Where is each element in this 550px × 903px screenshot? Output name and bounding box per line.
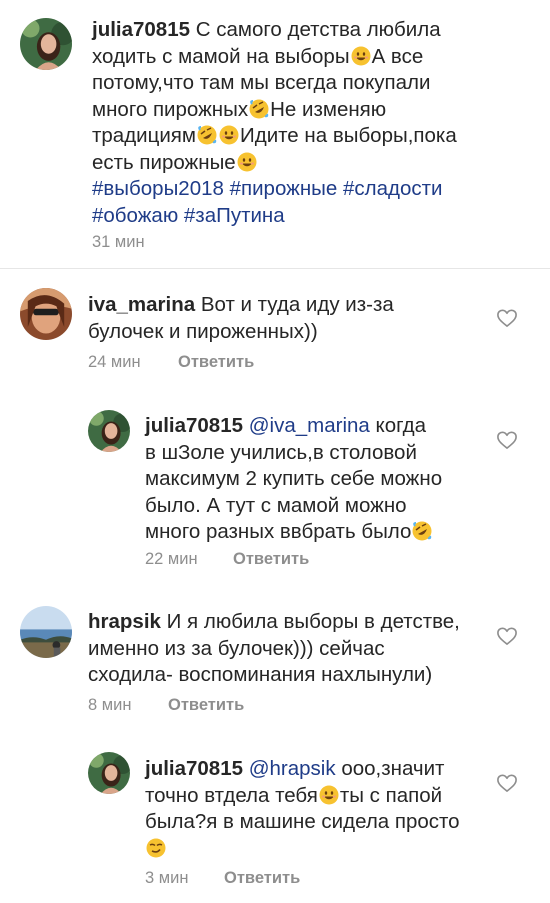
comment-line: максимум 2 купить себе можно bbox=[145, 467, 443, 490]
caption-username[interactable]: julia70815 bbox=[92, 18, 190, 41]
comment-timestamp: 24 мин bbox=[88, 353, 141, 371]
caption-timestamp: 31 мин bbox=[92, 233, 145, 251]
user-avatar-icon bbox=[20, 18, 72, 70]
caption-line-2: ходить с мамой на выборы А все bbox=[92, 44, 424, 68]
reply-button[interactable]: Ответить bbox=[233, 549, 309, 569]
user-avatar-icon bbox=[88, 410, 130, 452]
comment-username[interactable]: hrapsik bbox=[88, 610, 161, 633]
comment-line: julia70815 @hrapsik ооо,значит bbox=[145, 757, 445, 780]
post-caption: julia70815 С самого детства любила ходит… bbox=[0, 0, 550, 268]
comment-username[interactable]: julia70815 bbox=[145, 414, 243, 437]
user-avatar-icon bbox=[88, 752, 130, 794]
caption-hashtags-2[interactable]: #обожаю #заПутина bbox=[92, 203, 285, 230]
comment-username[interactable]: julia70815 bbox=[145, 757, 243, 780]
comment-line: точно втдела тебя ты с папой bbox=[145, 783, 443, 807]
comment-line: много разных ввбрать было bbox=[145, 519, 433, 546]
comment-line: hrapsik И я любила выборы в детстве, bbox=[88, 610, 460, 633]
reply-button[interactable]: Ответить bbox=[178, 352, 254, 372]
mention-link[interactable]: @hrapsik bbox=[249, 757, 336, 780]
heart-outline-icon[interactable] bbox=[496, 773, 518, 793]
smiling-face-emoji bbox=[219, 125, 239, 145]
rolling-laughing-emoji bbox=[197, 125, 217, 145]
comment-username[interactable]: iva_marina bbox=[88, 293, 195, 316]
caption-line-6: есть пирожные bbox=[92, 150, 258, 177]
rolling-laughing-emoji bbox=[412, 521, 432, 541]
comment-line: была?я в машине сидела просто bbox=[145, 810, 460, 833]
caption-hashtags-1[interactable]: #выборы2018 #пирожные #сладости bbox=[92, 176, 442, 203]
comment-timestamp: 3 мин bbox=[145, 869, 189, 887]
heart-outline-icon[interactable] bbox=[496, 430, 518, 450]
comment-line: булочек и пироженных)) bbox=[88, 319, 318, 343]
caption-avatar[interactable] bbox=[20, 18, 72, 70]
user-avatar-icon bbox=[20, 288, 72, 340]
smiling-face-emoji bbox=[237, 152, 257, 172]
smiling-face-emoji bbox=[351, 46, 371, 66]
comment-avatar[interactable] bbox=[88, 752, 130, 794]
comment-avatar[interactable] bbox=[88, 410, 130, 452]
comment-timestamp: 22 мин bbox=[145, 550, 198, 568]
comment-line: сходила- воспоминания нахлынули) bbox=[88, 663, 433, 686]
mention-link[interactable]: @iva_marina bbox=[249, 414, 370, 437]
heart-outline-icon[interactable] bbox=[496, 308, 518, 328]
comment-timestamp: 8 мин bbox=[88, 696, 132, 714]
heart-outline-icon[interactable] bbox=[496, 626, 518, 646]
comment-avatar[interactable] bbox=[20, 288, 72, 340]
comment-avatar[interactable] bbox=[20, 606, 72, 658]
comment-line: было. А тут с мамой можно bbox=[145, 493, 407, 517]
smirk-face-emoji bbox=[146, 838, 166, 858]
reply-button[interactable]: Ответить bbox=[168, 695, 244, 715]
caption-line-3: потому,что там мы всегда покупали bbox=[92, 71, 431, 94]
comment-line: в шЗоле учились,в столовой bbox=[145, 440, 417, 464]
caption-divider bbox=[0, 268, 550, 269]
caption-line-5: традициям Идите на выборы,пока bbox=[92, 124, 457, 147]
comment-line: именно из за булочек))) сейчас bbox=[88, 636, 385, 660]
comment-line: julia70815 @iva_marina когда bbox=[145, 414, 427, 437]
smiling-face-emoji bbox=[319, 785, 339, 805]
reply-button[interactable]: Ответить bbox=[224, 868, 300, 888]
caption-line-1: julia70815 С самого детства любила bbox=[92, 18, 441, 41]
user-avatar-icon bbox=[20, 606, 72, 658]
rolling-laughing-emoji bbox=[249, 99, 269, 119]
comment-line: iva_marina Вот и туда иду из-за bbox=[88, 293, 394, 316]
caption-line-4: много пирожных Не изменяю bbox=[92, 97, 387, 121]
comment-line bbox=[145, 836, 167, 863]
